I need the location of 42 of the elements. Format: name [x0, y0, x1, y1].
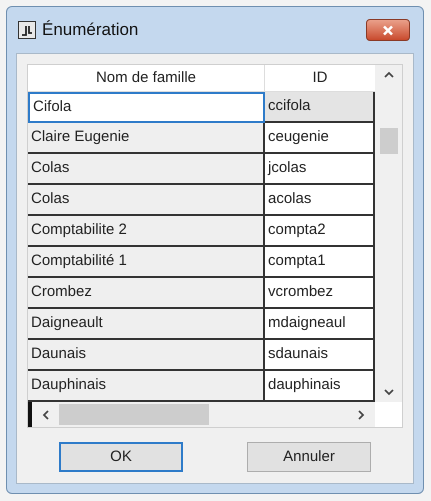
table-cell: Cifola: [28, 92, 265, 123]
table-cell: ceugenie: [265, 123, 375, 154]
table-cell: Crombez: [28, 278, 265, 309]
table-row[interactable]: Daigneault mdaigneaul: [28, 309, 375, 340]
table-row[interactable]: Dauphinais dauphinais: [28, 371, 375, 402]
column-header[interactable]: Nom de famille: [28, 65, 265, 91]
table-cell: Dauphinais: [28, 371, 265, 402]
table-row[interactable]: Colas acolas: [28, 185, 375, 216]
scroll-thumb[interactable]: [380, 128, 398, 154]
table-cell: ccifola: [265, 92, 375, 123]
close-icon: [382, 24, 394, 36]
table-cell: Claire Eugenie: [28, 123, 265, 154]
table-cell: Colas: [28, 185, 265, 216]
horizontal-scrollbar[interactable]: [28, 402, 375, 427]
close-button[interactable]: [366, 19, 410, 41]
table-row[interactable]: Comptabilité 1 compta1: [28, 247, 375, 278]
scroll-thumb[interactable]: [59, 404, 209, 425]
vertical-scrollbar[interactable]: [375, 65, 402, 402]
table-cell: acolas: [265, 185, 375, 216]
window-title: Énumération: [42, 19, 140, 42]
table-cell: Comptabilite 2: [28, 216, 265, 247]
table-row[interactable]: Comptabilite 2 compta2: [28, 216, 375, 247]
table-cell: jcolas: [265, 154, 375, 185]
cancel-button[interactable]: Annuler: [247, 442, 371, 472]
table-row[interactable]: Daunais sdaunais: [28, 340, 375, 371]
app-icon: [18, 21, 36, 39]
table-cell: Colas: [28, 154, 265, 185]
table-row[interactable]: Cifola ccifola: [28, 92, 375, 123]
column-header[interactable]: ID: [265, 65, 375, 91]
table-cell: Daunais: [28, 340, 265, 371]
table-cell: compta2: [265, 216, 375, 247]
table-cell: compta1: [265, 247, 375, 278]
ok-button[interactable]: OK: [59, 442, 183, 472]
table-row[interactable]: Colas jcolas: [28, 154, 375, 185]
table-cell: mdaigneaul: [265, 309, 375, 340]
table-cell: dauphinais: [265, 371, 375, 402]
table-row[interactable]: Claire Eugenie ceugenie: [28, 123, 375, 154]
table-row[interactable]: Crombez vcrombez: [28, 278, 375, 309]
table-cell: Daigneault: [28, 309, 265, 340]
table-cell: sdaunais: [265, 340, 375, 371]
table-cell: Comptabilité 1: [28, 247, 265, 278]
table-cell: vcrombez: [265, 278, 375, 309]
